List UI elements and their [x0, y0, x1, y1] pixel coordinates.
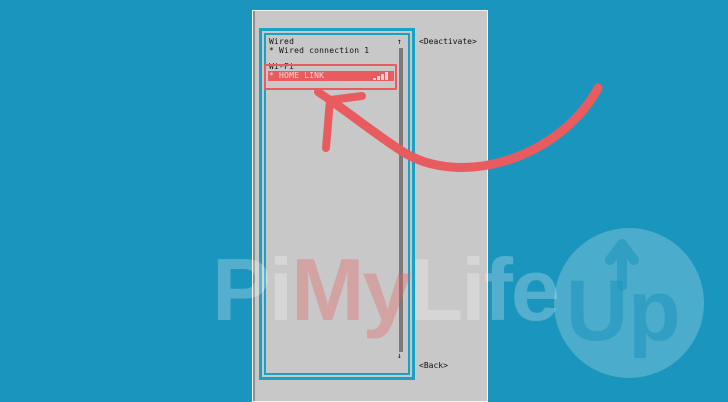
- curved-arrow-icon: [314, 83, 603, 172]
